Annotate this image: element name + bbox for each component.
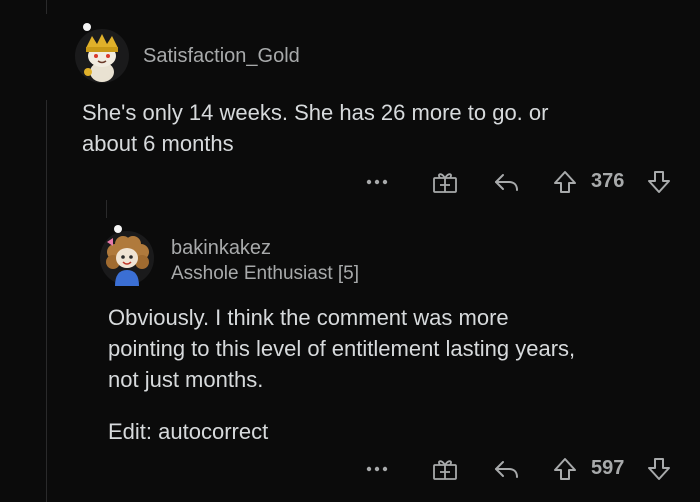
avatar[interactable] (99, 225, 154, 286)
user-flair: Asshole Enthusiast [5] (171, 263, 359, 284)
comment-body: She's only 14 weeks. She has 26 more to … (82, 97, 682, 159)
reply-icon[interactable] (492, 168, 522, 196)
more-options-icon[interactable] (364, 168, 390, 196)
gift-icon[interactable] (430, 168, 460, 196)
username[interactable]: Satisfaction_Gold (143, 45, 300, 68)
antenna-icon (83, 23, 91, 31)
upvote-icon[interactable] (550, 455, 580, 483)
comment-edit-note: Edit: autocorrect (108, 419, 269, 444)
comment-body: Obviously. I think the comment was more … (108, 302, 688, 395)
comment-body-line: not just months. (108, 367, 264, 392)
comment: Satisfaction_Gold She's only 14 weeks. S… (0, 0, 700, 205)
score: 597 (591, 457, 625, 479)
downvote-icon[interactable] (644, 455, 674, 483)
upvote-icon[interactable] (550, 168, 580, 196)
comment-body-line: Obviously. I think the comment was more (108, 305, 509, 330)
downvote-icon[interactable] (644, 168, 674, 196)
more-options-icon[interactable] (364, 455, 390, 483)
comment-body-line: She's only 14 weeks. She has 26 more to … (82, 100, 549, 125)
avatar[interactable] (74, 23, 129, 83)
snoo-avatar-icon (100, 231, 154, 286)
comment-body-line: pointing to this level of entitlement la… (108, 336, 576, 361)
gift-icon[interactable] (430, 455, 460, 483)
snoo-avatar-icon (75, 29, 129, 83)
comment: bakinkakez Asshole Enthusiast [5] Obviou… (0, 205, 700, 502)
antenna-icon (114, 225, 122, 233)
comment-body-line: about 6 months (82, 131, 234, 156)
reply-icon[interactable] (492, 455, 522, 483)
username[interactable]: bakinkakez (171, 237, 271, 260)
score: 376 (591, 170, 625, 192)
